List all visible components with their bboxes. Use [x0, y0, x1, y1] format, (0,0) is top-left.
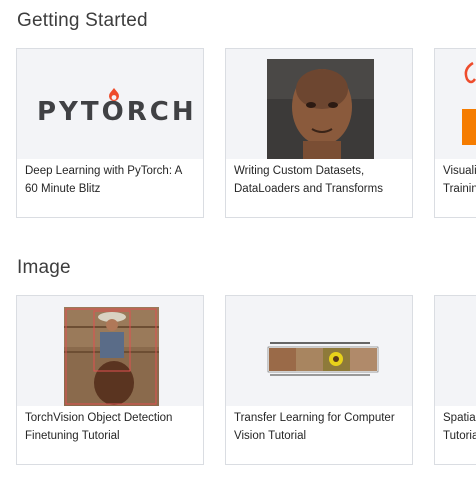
- card-thumbnail: [435, 296, 476, 406]
- tutorial-card-custom-datasets[interactable]: Writing Custom Datasets, DataLoaders and…: [225, 48, 413, 218]
- tutorial-card-object-detection[interactable]: TorchVision Object Detection Finetuning …: [16, 295, 204, 465]
- section-title-image: Image: [17, 256, 71, 278]
- prediction-plot-image: [267, 342, 379, 376]
- pytorch-logo: PYTO RCH: [37, 88, 197, 127]
- card-thumbnail: [435, 49, 476, 159]
- card-title: Spatial Tutoria: [443, 412, 476, 442]
- card-title: TorchVision Object Detection Finetuning …: [25, 412, 173, 442]
- card-thumbnail: [17, 296, 203, 406]
- card-thumbnail: [226, 49, 412, 159]
- card-title: Deep Learning with PyTorch: A 60 Minute …: [25, 165, 182, 195]
- tutorial-card-60-minute-blitz[interactable]: PYTO RCH Deep Learning with PyTorch: A 60…: [16, 48, 204, 218]
- card-title: Transfer Learning for Computer Vision Tu…: [234, 412, 395, 442]
- card-thumbnail: [226, 296, 412, 406]
- card-title: Visualiz Trainin: [443, 165, 476, 195]
- card-title: Writing Custom Datasets, DataLoaders and…: [234, 165, 383, 195]
- tutorial-card-transfer-learning[interactable]: Transfer Learning for Computer Vision Tu…: [225, 295, 413, 465]
- section-title-getting-started: Getting Started: [17, 9, 148, 31]
- tutorial-card-spatial-transformer[interactable]: Spatial Tutoria: [434, 295, 476, 465]
- tutorial-card-visualizing-training[interactable]: Visualiz Trainin: [434, 48, 476, 218]
- cowboy-photo-image: [64, 307, 159, 406]
- card-thumbnail: PYTO RCH: [17, 49, 203, 159]
- face-photo-image: [267, 59, 374, 159]
- tensorboard-logo-image: [462, 61, 476, 145]
